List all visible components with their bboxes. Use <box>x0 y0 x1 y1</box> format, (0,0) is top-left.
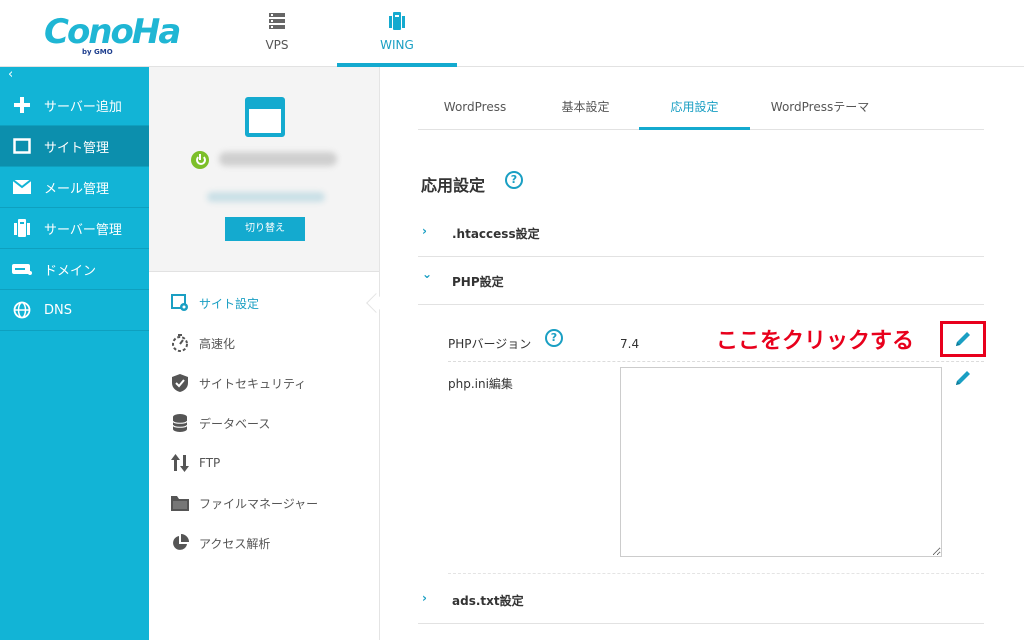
sidebar-item-label: サーバー追加 <box>44 99 122 115</box>
wing-server-icon <box>389 12 405 30</box>
tab-basic-settings[interactable]: 基本設定 <box>532 91 639 130</box>
sidebar-item-dns[interactable]: DNS <box>0 290 149 331</box>
menu-item-label: アクセス解析 <box>199 536 271 551</box>
accordion-php[interactable]: ⌄ PHP設定 <box>418 257 984 305</box>
sidebar-item-mail-management[interactable]: メール管理 <box>0 167 149 208</box>
sidebar-item-label: DNS <box>44 302 72 318</box>
conoha-logo[interactable]: ConoHa by GMO <box>44 10 181 60</box>
edit-php-version-button[interactable] <box>954 330 972 352</box>
menu-item-site-settings[interactable]: サイト設定 <box>149 283 379 323</box>
power-status-icon <box>191 151 209 169</box>
menu-item-speedup[interactable]: 高速化 <box>149 323 379 363</box>
site-domain-redacted <box>219 152 337 166</box>
menu-item-label: サイトセキュリティ <box>199 376 307 391</box>
menu-item-ftp[interactable]: FTP <box>149 443 379 483</box>
shield-icon <box>171 374 189 392</box>
site-subdomain-redacted <box>207 192 325 202</box>
pencil-icon <box>956 332 970 346</box>
menu-item-file-manager[interactable]: ファイルマネージャー <box>149 483 379 523</box>
window-icon <box>12 137 32 155</box>
accordion-title: .htaccess設定 <box>452 227 540 241</box>
logo-subtext: by GMO <box>82 48 113 56</box>
site-window-icon <box>245 97 285 137</box>
site-panel: 切り替え サイト設定 高速化 サイトセキュリティ データベース FTP ファイル… <box>149 67 380 640</box>
server-icon <box>12 219 32 237</box>
tab-wordpress-theme[interactable]: WordPressテーマ <box>750 91 890 130</box>
site-menu: サイト設定 高速化 サイトセキュリティ データベース FTP ファイルマネージャ… <box>149 283 379 563</box>
chevron-right-icon: › <box>422 224 427 238</box>
database-icon <box>171 414 189 432</box>
row-divider <box>448 361 984 362</box>
pencil-icon <box>956 371 970 385</box>
mail-icon <box>12 178 32 196</box>
nav-wing-label: WING <box>380 38 414 52</box>
tab-wordpress[interactable]: WordPress <box>418 91 532 130</box>
sidebar: ‹ サーバー追加 サイト管理 メール管理 サーバー管理 ドメイン DNS <box>0 67 149 640</box>
settings-tabs: WordPress 基本設定 応用設定 WordPressテーマ <box>418 91 984 130</box>
menu-item-site-security[interactable]: サイトセキュリティ <box>149 363 379 403</box>
pie-chart-icon <box>171 534 189 552</box>
sidebar-item-add-server[interactable]: サーバー追加 <box>0 85 149 126</box>
globe-icon <box>12 301 32 319</box>
logo-wordmark: ConoHa <box>44 12 181 52</box>
sidebar-item-label: メール管理 <box>44 181 110 197</box>
help-icon[interactable]: ? <box>545 329 563 347</box>
accordion-title: ads.txt設定 <box>452 594 524 608</box>
sidebar-item-server-management[interactable]: サーバー管理 <box>0 208 149 249</box>
site-settings-icon <box>171 294 189 312</box>
top-header: ConoHa by GMO VPS WING <box>0 0 1024 67</box>
switch-site-button[interactable]: 切り替え <box>225 217 305 241</box>
menu-item-database[interactable]: データベース <box>149 403 379 443</box>
sidebar-item-label: サイト管理 <box>44 140 110 156</box>
sidebar-item-label: ドメイン <box>44 263 97 279</box>
site-card: 切り替え <box>149 67 379 272</box>
main-content: WordPress 基本設定 応用設定 WordPressテーマ 応用設定 ? … <box>380 67 1024 640</box>
section-title: 応用設定 <box>421 176 486 195</box>
menu-item-label: データベース <box>199 416 271 431</box>
accordion-htaccess[interactable]: › .htaccess設定 <box>418 209 984 257</box>
sidebar-item-domain[interactable]: ドメイン <box>0 249 149 290</box>
transfer-icon <box>171 454 189 472</box>
edit-php-ini-button[interactable] <box>954 369 972 391</box>
menu-item-label: FTP <box>199 456 221 470</box>
server-stack-icon <box>269 13 285 29</box>
plus-icon <box>12 96 32 114</box>
chevron-down-icon: ⌄ <box>422 267 433 281</box>
domain-icon <box>12 260 32 278</box>
sidebar-collapse-button[interactable]: ‹ <box>0 67 149 85</box>
row-divider <box>448 573 984 574</box>
nav-vps-label: VPS <box>265 38 289 52</box>
php-version-label: PHPバージョン <box>448 337 532 351</box>
sidebar-item-label: サーバー管理 <box>44 222 122 238</box>
sidebar-item-site-management[interactable]: サイト管理 <box>0 126 149 167</box>
php-ini-label: php.ini編集 <box>448 377 513 391</box>
click-here-annotation: ここをクリックする <box>716 329 915 354</box>
menu-item-label: 高速化 <box>199 336 236 351</box>
chevron-right-icon: › <box>422 591 427 605</box>
menu-item-label: ファイルマネージャー <box>199 496 319 511</box>
tab-advanced-settings[interactable]: 応用設定 <box>639 91 750 130</box>
menu-item-access-analytics[interactable]: アクセス解析 <box>149 523 379 563</box>
help-icon[interactable]: ? <box>505 171 523 189</box>
menu-item-label: サイト設定 <box>199 296 260 311</box>
accordion-title: PHP設定 <box>452 275 504 289</box>
nav-wing[interactable]: WING <box>337 0 457 67</box>
folder-icon <box>171 494 189 512</box>
nav-vps[interactable]: VPS <box>217 0 337 67</box>
php-ini-textarea[interactable] <box>620 367 942 557</box>
php-version-value: 7.4 <box>620 337 640 351</box>
timer-icon <box>171 334 189 352</box>
accordion-adstxt[interactable]: › ads.txt設定 <box>418 576 984 624</box>
